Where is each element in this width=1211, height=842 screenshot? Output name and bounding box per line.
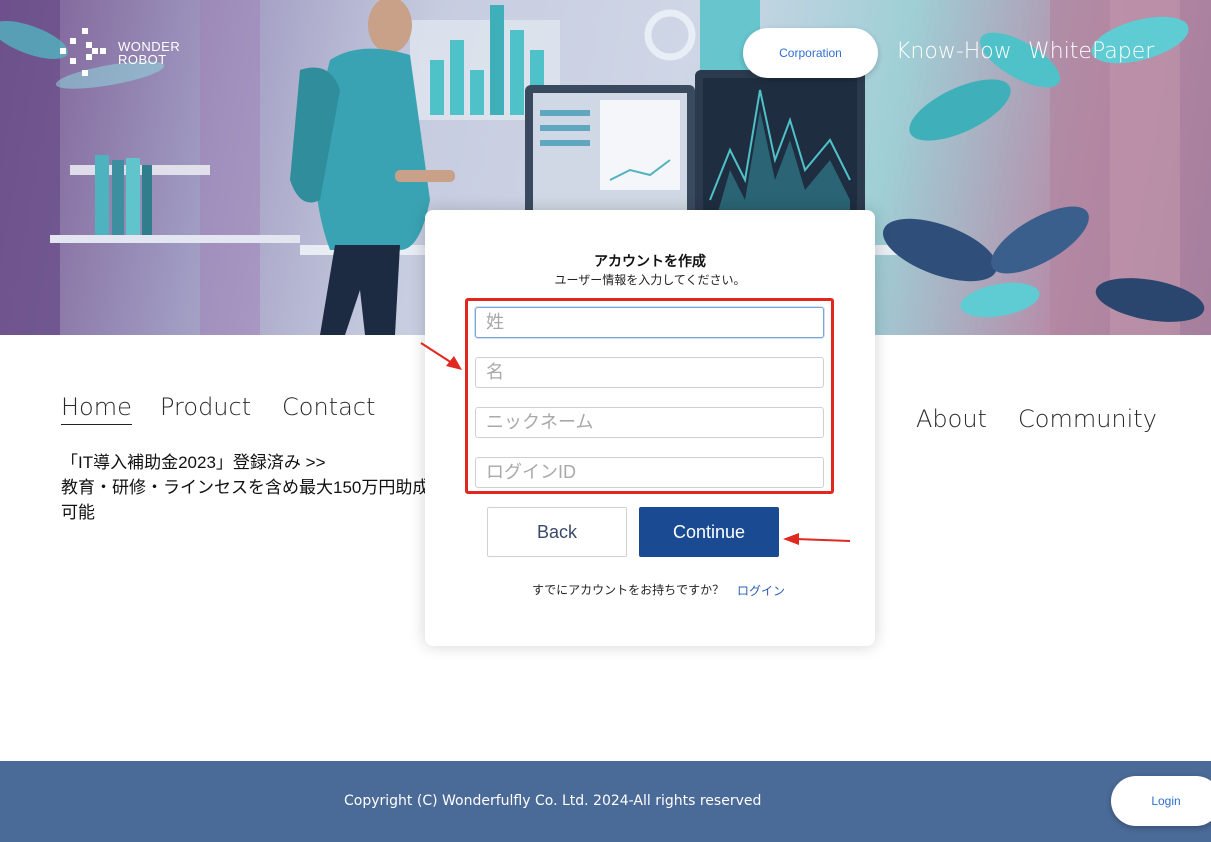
last-name-input[interactable]	[475, 307, 824, 338]
back-button[interactable]: Back	[487, 507, 627, 557]
login-id-input[interactable]	[475, 457, 824, 488]
nav-link-whitepaper[interactable]: WhitePaper	[1028, 39, 1154, 64]
subsidy-promo: 「IT導入補助金2023」登録済み >> 教育・研修・ラインセスを含め最大150…	[61, 450, 431, 525]
corporation-button[interactable]: Corporation	[743, 28, 878, 78]
copyright-text: Copyright (C) Wonderfulfly Co. Ltd. 2024…	[344, 793, 762, 809]
dialog-subtitle: ユーザー情報を入力してください。	[554, 273, 746, 287]
first-name-input[interactable]	[475, 357, 824, 388]
nav-link-home[interactable]: Home	[61, 393, 132, 425]
subsidy-promo-text: 教育・研修・ラインセスを含め最大150万円助成可能	[61, 478, 430, 522]
subsidy-promo-link[interactable]: 「IT導入補助金2023」登録済み >>	[61, 450, 431, 475]
logo-icon	[60, 28, 106, 76]
wonder-robot-logo[interactable]: WONDER ROBOT	[60, 28, 180, 78]
nickname-input[interactable]	[475, 407, 824, 438]
nav-link-contact[interactable]: Contact	[282, 393, 375, 421]
nav-link-about[interactable]: About	[916, 405, 987, 433]
dialog-title: アカウントを作成	[594, 253, 706, 269]
nav-link-community[interactable]: Community	[1018, 405, 1157, 433]
continue-button[interactable]: Continue	[639, 507, 779, 557]
have-account-text: すでにアカウントをお持ちですか？	[532, 583, 725, 597]
nav-link-knowhow[interactable]: Know-How	[896, 39, 1012, 64]
logo-text-line2: ROBOT	[118, 52, 167, 67]
login-link[interactable]: ログイン	[737, 582, 785, 599]
footer-login-button[interactable]: Login	[1111, 776, 1211, 826]
nav-link-product[interactable]: Product	[160, 393, 251, 421]
